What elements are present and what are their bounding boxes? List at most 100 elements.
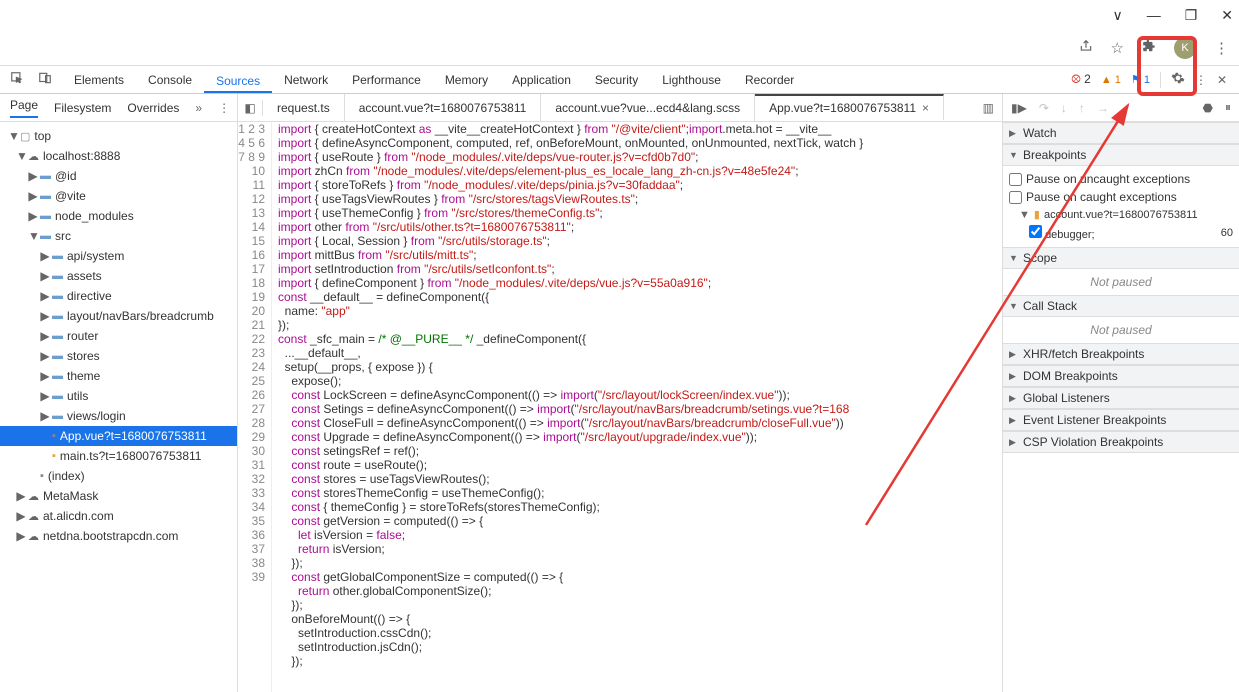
devtools-tab-console[interactable]: Console bbox=[136, 66, 204, 94]
tree-item[interactable]: ▶▬node_modules bbox=[0, 206, 237, 226]
maximize-button[interactable]: ❐ bbox=[1185, 7, 1198, 24]
devtools-tab-network[interactable]: Network bbox=[272, 66, 340, 94]
pause-uncaught-checkbox[interactable]: Pause on uncaught exceptions bbox=[1009, 170, 1233, 188]
code-area[interactable]: 1 2 3 4 5 6 7 8 9 10 11 12 13 14 15 16 1… bbox=[238, 122, 1002, 692]
error-badge[interactable]: ⮾ 2 bbox=[1071, 72, 1091, 87]
step-out-icon[interactable]: ↑ bbox=[1079, 101, 1085, 115]
editor-tab[interactable]: account.vue?t=1680076753811 bbox=[345, 94, 542, 122]
folder-icon: ▬ bbox=[40, 230, 51, 242]
tree-item[interactable]: ▪(index) bbox=[0, 466, 237, 486]
tree-item[interactable]: ▶▬@id bbox=[0, 166, 237, 186]
close-tab-icon[interactable]: × bbox=[922, 101, 929, 115]
sidebar-tab-filesystem[interactable]: Filesystem bbox=[54, 101, 111, 115]
tree-item[interactable]: ▼▢top bbox=[0, 126, 237, 146]
step-into-icon[interactable]: ↓ bbox=[1061, 101, 1067, 115]
devtools-tab-security[interactable]: Security bbox=[583, 66, 650, 94]
folder-icon: ▬ bbox=[52, 330, 63, 342]
cloud-icon: ☁ bbox=[28, 490, 39, 503]
devtools-tab-recorder[interactable]: Recorder bbox=[733, 66, 806, 94]
editor-tab[interactable]: account.vue?vue...ecd4&lang.scss bbox=[541, 94, 755, 122]
folder-icon: ▬ bbox=[40, 210, 51, 222]
tree-item[interactable]: ▶☁netdna.bootstrapcdn.com bbox=[0, 526, 237, 546]
file-tree[interactable]: ▼▢top▼☁localhost:8888▶▬@id▶▬@vite▶▬node_… bbox=[0, 122, 237, 692]
breakpoint-file[interactable]: ▼▮account.vue?t=1680076753811 bbox=[1009, 206, 1233, 223]
sidebar-more-icon[interactable]: » bbox=[195, 101, 202, 115]
close-window-button[interactable]: ✕ bbox=[1221, 7, 1233, 24]
tree-item[interactable]: ▶▬views/login bbox=[0, 406, 237, 426]
sidebar-menu-icon[interactable]: ⋮ bbox=[218, 101, 230, 115]
window-dropdown-icon[interactable]: ∨ bbox=[1112, 7, 1122, 24]
editor-more-icon[interactable]: ▥ bbox=[975, 101, 1002, 115]
browser-menu-icon[interactable]: ⋮ bbox=[1214, 39, 1229, 57]
tree-item[interactable]: ▶▬utils bbox=[0, 386, 237, 406]
file-icon: ▪ bbox=[52, 450, 56, 462]
section-event[interactable]: ▶Event Listener Breakpoints bbox=[1003, 409, 1239, 431]
tree-item[interactable]: ▶☁MetaMask bbox=[0, 486, 237, 506]
breakpoint-line[interactable]: debugger;60 bbox=[1009, 223, 1233, 243]
tree-label: theme bbox=[67, 369, 100, 383]
section-watch[interactable]: ▶Watch bbox=[1003, 122, 1239, 144]
devtools-tab-lighthouse[interactable]: Lighthouse bbox=[650, 66, 733, 94]
settings-gear-icon[interactable] bbox=[1171, 71, 1185, 88]
devtools-tab-elements[interactable]: Elements bbox=[62, 66, 136, 94]
pause-icon[interactable]: ▮▶ bbox=[1011, 101, 1027, 115]
folder-icon: ▬ bbox=[52, 350, 63, 362]
deactivate-breakpoints-icon[interactable]: ⬣ bbox=[1203, 101, 1213, 115]
devtools-menu-icon[interactable]: ⋮ bbox=[1195, 73, 1207, 87]
folder-icon: ▬ bbox=[52, 370, 63, 382]
pause-exceptions-icon[interactable]: ⏸ bbox=[1225, 100, 1231, 115]
window-controls: ∨ — ❐ ✕ bbox=[0, 0, 1239, 30]
tree-item[interactable]: ▶☁at.alicdn.com bbox=[0, 506, 237, 526]
editor-tab[interactable]: App.vue?t=1680076753811× bbox=[755, 94, 944, 120]
step-icon[interactable]: → bbox=[1097, 101, 1109, 115]
editor-nav-icon[interactable]: ◧ bbox=[238, 101, 262, 115]
tree-item[interactable]: ▶▬layout/navBars/breadcrumb bbox=[0, 306, 237, 326]
tree-label: api/system bbox=[67, 249, 124, 263]
tree-item[interactable]: ▼▬src bbox=[0, 226, 237, 246]
star-icon[interactable]: ☆ bbox=[1111, 39, 1124, 57]
editor-tab[interactable]: request.ts bbox=[263, 94, 345, 122]
inspect-element-icon[interactable] bbox=[10, 71, 24, 88]
devtools-tab-sources[interactable]: Sources bbox=[204, 67, 272, 93]
warning-badge[interactable]: ▲ 1 bbox=[1101, 74, 1121, 86]
section-xhr[interactable]: ▶XHR/fetch Breakpoints bbox=[1003, 343, 1239, 365]
tree-item[interactable]: ▶▬@vite bbox=[0, 186, 237, 206]
section-callstack[interactable]: ▼Call Stack bbox=[1003, 295, 1239, 317]
devtools-tab-performance[interactable]: Performance bbox=[340, 66, 433, 94]
profile-avatar[interactable]: K bbox=[1174, 37, 1196, 59]
section-global[interactable]: ▶Global Listeners bbox=[1003, 387, 1239, 409]
tree-item[interactable]: ▶▬api/system bbox=[0, 246, 237, 266]
step-over-icon[interactable]: ↷ bbox=[1039, 101, 1049, 115]
debugger-panel: ▮▶ ↷ ↓ ↑ → ⬣ ⏸ ▶Watch ▼Breakpoints Pause… bbox=[1003, 94, 1239, 692]
tree-item[interactable]: ▶▬stores bbox=[0, 346, 237, 366]
tree-item[interactable]: ▪App.vue?t=1680076753811 bbox=[0, 426, 237, 446]
devtools-tab-application[interactable]: Application bbox=[500, 66, 583, 94]
tree-item[interactable]: ▶▬router bbox=[0, 326, 237, 346]
tree-item[interactable]: ▼☁localhost:8888 bbox=[0, 146, 237, 166]
tree-item[interactable]: ▶▬theme bbox=[0, 366, 237, 386]
close-devtools-icon[interactable]: ✕ bbox=[1217, 73, 1227, 87]
info-badge[interactable]: ⚑ 1 bbox=[1131, 73, 1150, 86]
section-scope[interactable]: ▼Scope bbox=[1003, 247, 1239, 269]
tree-label: node_modules bbox=[55, 209, 134, 223]
tree-item[interactable]: ▶▬directive bbox=[0, 286, 237, 306]
extensions-puzzle-icon[interactable] bbox=[1142, 39, 1156, 57]
section-csp[interactable]: ▶CSP Violation Breakpoints bbox=[1003, 431, 1239, 453]
tree-label: top bbox=[34, 129, 51, 143]
section-dom[interactable]: ▶DOM Breakpoints bbox=[1003, 365, 1239, 387]
tree-item[interactable]: ▪main.ts?t=1680076753811 bbox=[0, 446, 237, 466]
cloud-icon: ☁ bbox=[28, 150, 39, 163]
sidebar-tab-overrides[interactable]: Overrides bbox=[127, 101, 179, 115]
section-breakpoints[interactable]: ▼Breakpoints bbox=[1003, 144, 1239, 166]
device-toggle-icon[interactable] bbox=[38, 71, 52, 88]
tree-label: assets bbox=[67, 269, 102, 283]
minimize-button[interactable]: — bbox=[1147, 7, 1161, 23]
tree-label: views/login bbox=[67, 409, 126, 423]
pause-caught-checkbox[interactable]: Pause on caught exceptions bbox=[1009, 188, 1233, 206]
sidebar-tab-page[interactable]: Page bbox=[10, 98, 38, 118]
window-icon: ▢ bbox=[20, 130, 30, 143]
share-icon[interactable] bbox=[1079, 39, 1093, 57]
devtools-tab-memory[interactable]: Memory bbox=[433, 66, 500, 94]
tree-label: utils bbox=[67, 389, 88, 403]
tree-item[interactable]: ▶▬assets bbox=[0, 266, 237, 286]
